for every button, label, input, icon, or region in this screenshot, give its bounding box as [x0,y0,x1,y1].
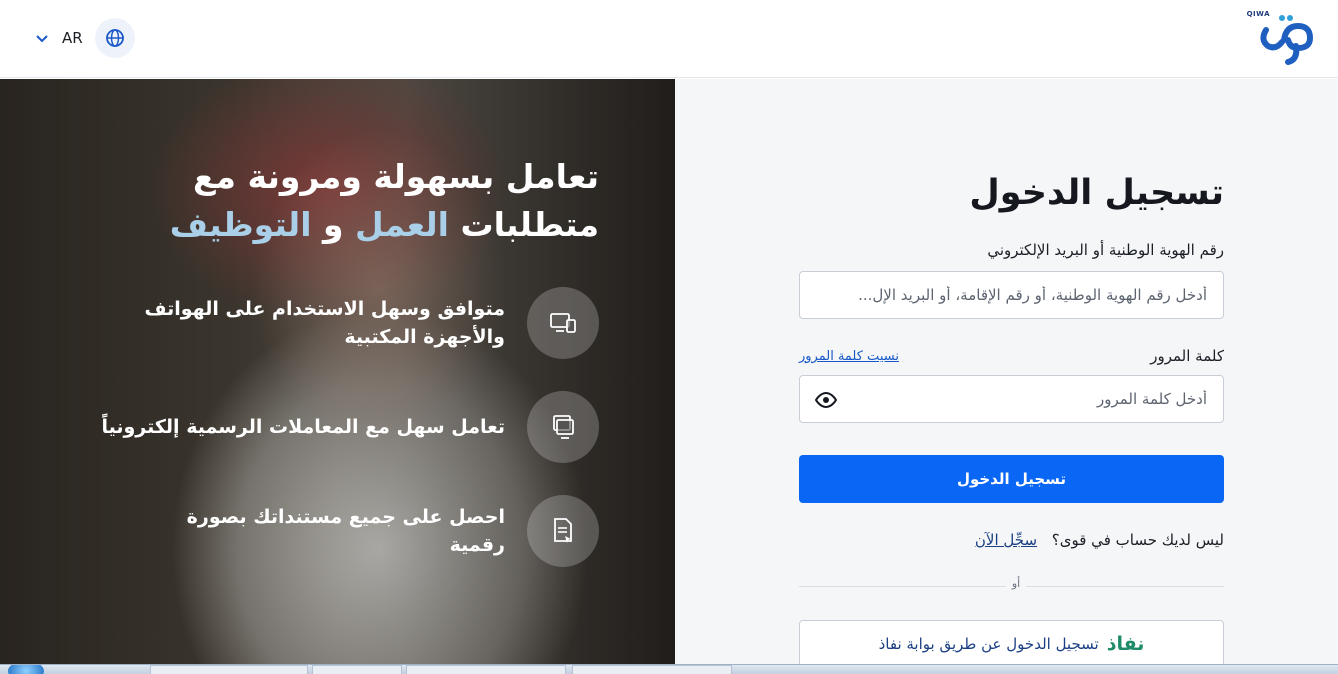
feature-text: تعامل سهل مع المعاملات الرسمية إلكترونيا… [101,416,505,438]
hero-title-accent2: التوظيف [169,205,312,244]
qiwa-logo[interactable]: QIWA [1247,10,1320,66]
taskbar-item[interactable] [406,665,566,674]
hero-title-accent1: العمل [355,205,449,244]
eye-icon[interactable] [814,388,838,412]
hero-title-joiner: و [323,205,344,244]
globe-icon[interactable] [94,18,135,58]
taskbar-item[interactable] [150,665,308,674]
hero-title-line2: متطلبات العمل و التوظيف [139,201,599,249]
taskbar-item[interactable] [572,665,732,674]
id-input[interactable] [800,272,1223,318]
language-code[interactable]: AR [62,29,83,47]
feature-item: متوافق وسهل الاستخدام على الهواتف والأجه… [125,285,599,361]
login-button[interactable]: تسجيل الدخول [799,455,1224,503]
computer-icon [527,391,599,463]
nafath-logo: نفاذ [1106,633,1145,655]
id-label: رقم الهوية الوطنية أو البريد الإلكتروني [987,241,1224,259]
nafath-login-button[interactable]: نفاذ تسجيل الدخول عن طريق بوابة نفاذ [799,620,1224,668]
password-field[interactable] [799,375,1224,423]
feature-item: تعامل سهل مع المعاملات الرسمية إلكترونيا… [85,389,599,465]
password-label: كلمة المرور [1150,347,1224,365]
logo-text: QIWA [1246,10,1270,18]
or-text: أو [1006,577,1026,590]
start-button[interactable] [8,665,44,674]
hero-title: تعامل بسهولة ومرونة مع متطلبات العمل و ا… [139,153,599,249]
taskbar-item[interactable] [312,665,402,674]
os-taskbar [0,664,1338,674]
document-icon [527,495,599,567]
hero-title-part1: متطلبات [460,205,599,244]
signup-row: ليس لديك حساب في قوى؟ سجِّل الآن [975,531,1224,549]
login-title: تسجيل الدخول [969,173,1224,213]
signup-link[interactable]: سجِّل الآن [975,531,1037,549]
top-header: AR QIWA [0,0,1338,78]
feature-text: احصل على جميع مستنداتك بصورة رقمية [186,506,505,556]
chevron-down-icon[interactable] [34,30,50,46]
id-field[interactable] [799,271,1224,319]
no-account-text: ليس لديك حساب في قوى؟ [1051,531,1224,549]
feature-item: احصل على جميع مستنداتك بصورة رقمية [125,493,599,569]
login-panel: تسجيل الدخول رقم الهوية الوطنية أو البري… [675,79,1338,668]
devices-icon [527,287,599,359]
hero-title-line1: تعامل بسهولة ومرونة مع [193,157,599,196]
language-switcher[interactable]: AR [34,18,135,58]
password-input[interactable] [800,376,1223,422]
qiwa-logo-mark [1260,15,1314,65]
feature-text: متوافق وسهل الاستخدام على الهواتف والأجه… [144,298,505,348]
forgot-password-link[interactable]: نسيت كلمة المرور [799,349,899,364]
hero-banner: تعامل بسهولة ومرونة مع متطلبات العمل و ا… [0,79,675,665]
nafath-button-label: تسجيل الدخول عن طريق بوابة نفاذ [878,635,1099,653]
